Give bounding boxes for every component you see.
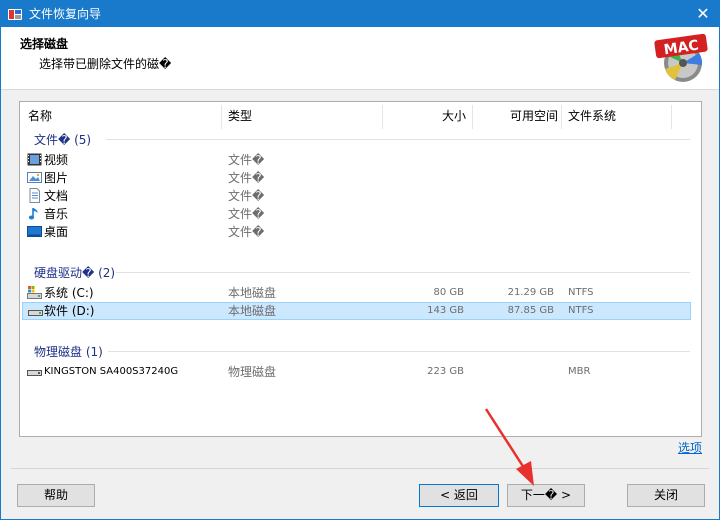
window-title: 文件恢复向导: [29, 7, 102, 21]
close-button[interactable]: 关闭: [627, 484, 705, 507]
system-drive-icon: [27, 286, 42, 299]
page-subtitle: 选择带已删除文件的磁�: [39, 57, 172, 71]
disk-list[interactable]: 名称 类型 大小 可用空间 文件系统 文件� (5) 视频 文件� 图片 文件�…: [19, 101, 702, 437]
list-item-drive-d[interactable]: 软件 (D:) 本地磁盘 143 GB 87.85 GB NTFS: [22, 302, 691, 320]
item-free-space: 87.85 GB: [507, 305, 554, 316]
group-header-hard-drives[interactable]: 硬盘驱动� (2): [34, 264, 115, 281]
document-icon: [29, 188, 40, 203]
music-icon: [28, 208, 38, 220]
item-type: 文件�: [228, 207, 265, 221]
file-recovery-wizard-window: 文件恢复向导 ✕ 选择磁盘 选择带已删除文件的磁� MAC 名称 类型 大小 可…: [0, 0, 720, 520]
item-name: 软件 (D:): [44, 304, 95, 318]
item-type: 文件�: [228, 189, 265, 203]
wizard-header: 选择磁盘 选择带已删除文件的磁� MAC: [1, 27, 719, 90]
group-divider: [116, 272, 690, 273]
item-type: 本地磁盘: [228, 286, 277, 300]
item-type: 文件�: [228, 153, 265, 167]
item-size: 80 GB: [433, 287, 464, 298]
help-button[interactable]: 帮助: [17, 484, 95, 507]
picture-icon: [27, 172, 42, 183]
app-icon: [8, 9, 22, 20]
item-size: 223 GB: [427, 366, 464, 377]
item-name: 系统 (C:): [44, 286, 94, 300]
item-name: KINGSTON SA400S37240G: [44, 366, 179, 377]
column-name[interactable]: 名称: [28, 102, 52, 130]
list-item-documents[interactable]: 文档 文件�: [22, 187, 691, 205]
column-size[interactable]: 大小: [382, 102, 466, 130]
column-separator[interactable]: [671, 105, 672, 129]
column-type[interactable]: 类型: [228, 102, 252, 130]
video-icon: [27, 153, 42, 166]
list-item-desktop[interactable]: 桌面 文件�: [22, 223, 691, 241]
item-file-system: NTFS: [568, 287, 594, 298]
page-title: 选择磁盘: [20, 37, 69, 51]
footer-divider: [11, 468, 709, 469]
group-divider: [108, 351, 690, 352]
item-type: 物理磁盘: [228, 365, 277, 379]
item-size: 143 GB: [427, 305, 464, 316]
list-item-video[interactable]: 视频 文件�: [22, 151, 691, 169]
item-type: 文件�: [228, 171, 265, 185]
title-bar: 文件恢复向导 ✕: [1, 1, 719, 27]
annotation-arrow-icon: [484, 408, 534, 486]
item-name: 桌面: [44, 225, 69, 239]
column-separator[interactable]: [561, 105, 562, 129]
list-item-pictures[interactable]: 图片 文件�: [22, 169, 691, 187]
item-name: 音乐: [44, 207, 69, 221]
item-file-system: MBR: [568, 366, 591, 377]
column-file-system[interactable]: 文件系统: [568, 102, 616, 130]
item-type: 本地磁盘: [228, 304, 277, 318]
column-free-space[interactable]: 可用空间: [472, 102, 558, 130]
options-link[interactable]: 选项: [678, 439, 702, 456]
group-header-folders[interactable]: 文件� (5): [34, 131, 91, 148]
item-file-system: NTFS: [568, 305, 594, 316]
desktop-icon: [27, 226, 42, 237]
list-item-music[interactable]: 音乐 文件�: [22, 205, 691, 223]
drive-icon: [28, 310, 43, 316]
item-type: 文件�: [228, 225, 265, 239]
physical-disk-icon: [27, 370, 42, 376]
column-separator[interactable]: [221, 105, 222, 129]
list-item-physical-disk[interactable]: KINGSTON SA400S37240G 物理磁盘 223 GB MBR: [22, 363, 691, 381]
group-divider: [106, 139, 690, 140]
close-window-icon[interactable]: ✕: [687, 1, 719, 27]
item-free-space: 21.29 GB: [507, 287, 554, 298]
item-name: 视频: [44, 153, 69, 167]
item-name: 图片: [44, 171, 69, 185]
mac-logo-icon: MAC: [654, 33, 708, 82]
group-header-physical-disks[interactable]: 物理磁盘 (1): [34, 343, 103, 360]
item-name: 文档: [44, 189, 69, 203]
list-item-drive-c[interactable]: 系统 (C:) 本地磁盘 80 GB 21.29 GB NTFS: [22, 284, 691, 302]
